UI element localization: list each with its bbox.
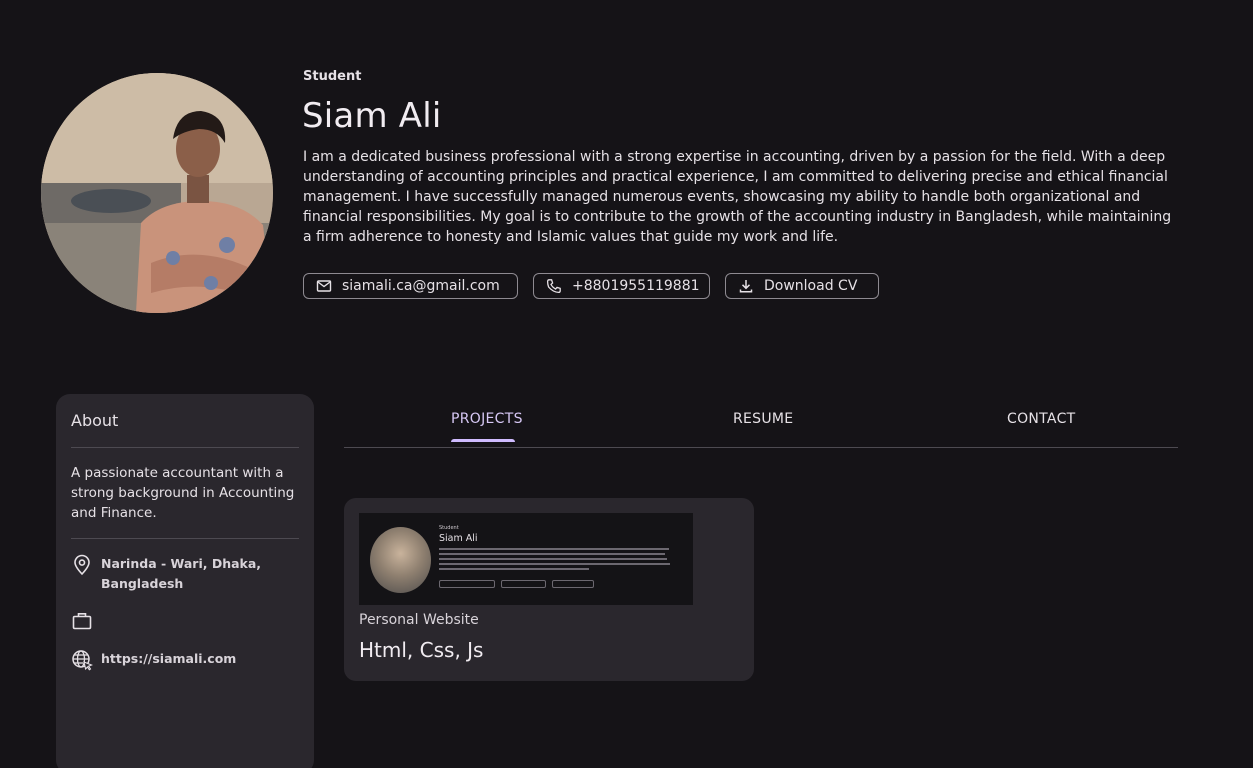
profile-photo-illustration [41, 73, 273, 313]
thumbnail-chip [501, 580, 546, 588]
thumbnail-name: Siam Ali [439, 533, 478, 544]
location-pin-icon [74, 554, 90, 576]
phone-icon [546, 279, 561, 294]
email-label: siamali.ca@gmail.com [342, 278, 500, 294]
tab-projects[interactable]: PROJECTS [451, 411, 523, 427]
website-link[interactable]: https://siamali.com [101, 649, 236, 669]
profile-page: Student Siam Ali I am a dedicated busine… [0, 0, 1253, 768]
profile-photo [41, 73, 273, 313]
active-tab-indicator [451, 439, 515, 442]
project-card[interactable]: Student Siam Ali Personal Website Html, … [344, 498, 754, 681]
project-tech-stack: Html, Css, Js [359, 638, 484, 662]
thumbnail-role: Student [439, 525, 459, 531]
about-card: About A passionate accountant with a str… [56, 394, 314, 768]
location-text: Narinda - Wari, Dhaka, Bangladesh [101, 556, 262, 591]
about-divider [71, 538, 299, 539]
project-thumbnail: Student Siam Ali [359, 513, 693, 605]
thumbnail-chip [552, 580, 594, 588]
about-description: A passionate accountant with a strong ba… [71, 465, 295, 521]
work-row [71, 610, 93, 632]
profile-role: Student [303, 69, 362, 84]
location-row: Narinda - Wari, Dhaka, Bangladesh [71, 554, 271, 594]
website-row[interactable]: https://siamali.com [71, 649, 236, 671]
thumbnail-photo [370, 527, 431, 593]
profile-name: Siam Ali [302, 96, 442, 136]
profile-bio: I am a dedicated business professional w… [303, 149, 1172, 245]
phone-label: +8801955119881 [572, 278, 700, 294]
globe-cursor-icon [72, 650, 93, 671]
tab-contact[interactable]: CONTACT [1007, 411, 1076, 427]
section-tabs: PROJECTS RESUME CONTACT [344, 400, 1178, 448]
about-divider [71, 447, 299, 448]
download-cv-label: Download CV [764, 278, 858, 294]
briefcase-icon [72, 613, 92, 630]
thumbnail-text-line [439, 568, 589, 570]
project-title: Personal Website [359, 612, 479, 628]
mail-icon [316, 280, 332, 292]
thumbnail-text-line [439, 553, 665, 555]
about-title: About [71, 411, 119, 430]
phone-button[interactable]: +8801955119881 [533, 273, 710, 299]
tab-resume[interactable]: RESUME [733, 411, 793, 427]
email-button[interactable]: siamali.ca@gmail.com [303, 273, 518, 299]
download-cv-button[interactable]: Download CV [725, 273, 879, 299]
download-icon [739, 280, 753, 293]
thumbnail-text-line [439, 558, 667, 560]
thumbnail-chip [439, 580, 495, 588]
tabs-divider [344, 447, 1178, 448]
thumbnail-text-line [439, 563, 670, 565]
thumbnail-text-line [439, 548, 669, 550]
